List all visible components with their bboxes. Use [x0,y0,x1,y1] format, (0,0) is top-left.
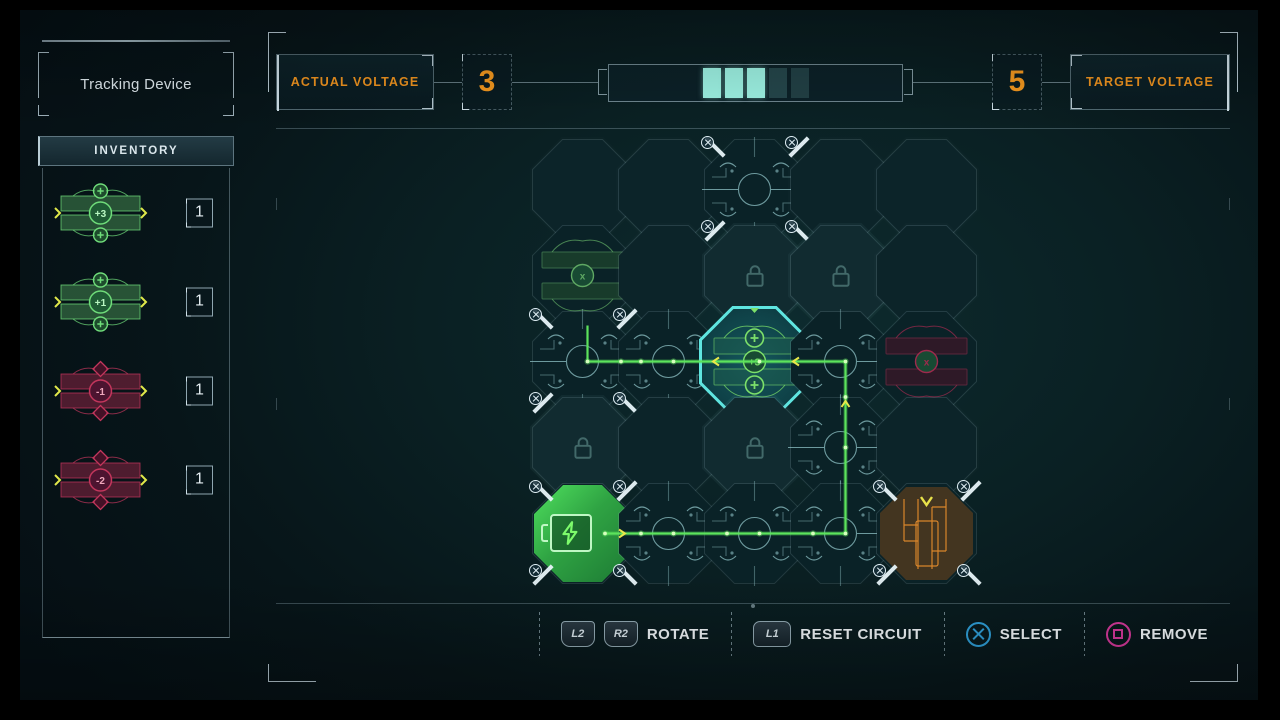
button-glyph-l2: L2 [560,621,595,647]
wire-actual [434,82,462,83]
lock-icon [745,264,764,287]
tile-corner-pin [529,308,544,323]
button-glyph-label: L2 [571,628,585,640]
tile-corner-pin [701,136,716,151]
svg-text:x: x [924,358,930,369]
bracket-tl [1071,55,1082,66]
inventory-item-quantity: 1 [186,465,213,494]
control-hints: L2 R2 ROTATE L1 RESET CIRCUIT SELECT REMOVE [276,612,1230,656]
game-screen: Tracking Device INVENTORY +3 1 +1 1 -1 1 -2 1 A… [20,10,1258,700]
voltage-segment [768,68,787,98]
voltage-segment [702,68,721,98]
inventory-item-tile-icon: +3 [53,182,148,244]
control-hint-label: RESET CIRCUIT [800,625,922,643]
button-glyph-r2: R2 [603,621,638,647]
inventory-item[interactable]: +3 1 [43,168,231,257]
inventory-item-quantity: 1 [186,198,213,227]
control-hint-select[interactable]: SELECT [943,612,1084,656]
inventory-item-tile-icon: -2 [53,449,148,511]
voltage-header: ACTUAL VOLTAGE 3 5 TARGET VOLTAGE [276,54,1230,111]
inventory-list: +3 1 +1 1 -1 1 -2 1 [43,168,231,524]
voltage-segment [724,68,743,98]
circuit-grid-area: x +3 x [276,132,1230,612]
button-glyph-l1: L1 [753,621,792,647]
wire-actual-to-bar [512,82,598,83]
control-hint-remove[interactable]: REMOVE [1083,612,1230,656]
label-edge [277,55,279,111]
bracket-tr [422,55,433,66]
lock-icon [745,436,764,459]
tile-corner-pin [529,480,544,495]
bracket-meter-left [598,69,607,95]
control-hint-reset-circuit[interactable]: L1 RESET CIRCUIT [731,612,944,656]
control-hint-label: ROTATE [646,625,710,643]
voltage-segment [746,68,765,98]
lock-icon [831,264,850,287]
target-voltage-label-box: TARGET VOLTAGE [1070,54,1230,111]
tab-inventory-label: INVENTORY [94,145,179,157]
actual-voltage-label: ACTUAL VOLTAGE [290,75,420,89]
quantity-value: 1 [195,203,204,221]
svg-text:+3: +3 [95,209,107,220]
inventory-item-quantity: 1 [186,287,213,316]
tile-corner-pin [957,564,972,579]
label-edge [1227,55,1229,111]
tile-corner-pin [957,480,972,495]
battery-terminal [541,524,548,542]
svg-text:-1: -1 [96,387,105,398]
bracket-bl [1071,98,1082,109]
grid-cell-r4-c4[interactable] [873,480,982,586]
inventory-item[interactable]: +1 1 [43,257,231,346]
tab-inventory[interactable]: INVENTORY [38,136,234,166]
actual-voltage-label-box: ACTUAL VOLTAGE [276,54,434,111]
button-glyph-label: L1 [765,628,779,640]
lock-icon [573,436,592,459]
quantity-value: 1 [195,381,204,399]
target-voltage-value-box: 5 [992,54,1042,110]
voltage-meter [608,64,903,102]
quantity-value: 1 [195,470,204,488]
cross-button-icon [965,621,991,647]
panel-bracket-br [1190,664,1238,682]
bracket-meter-right [904,69,913,95]
header-divider [276,128,1230,129]
svg-text:+3: +3 [749,358,761,369]
sidebar: Tracking Device INVENTORY +3 1 +1 1 -1 1 -2 1 [38,40,234,640]
target-voltage-label: TARGET VOLTAGE [1086,75,1214,89]
wire-target [1042,82,1070,83]
inventory-item-quantity: 1 [186,376,213,405]
inventory-item-tile-icon: +1 [53,271,148,333]
inventory-item[interactable]: -1 1 [43,346,231,435]
svg-text:+1: +1 [95,298,107,309]
bracket-br [422,98,433,109]
tile-corner-pin [873,564,888,579]
tile-corner-pin [529,564,544,579]
quantity-value: 1 [195,292,204,310]
panel-bracket-bl [268,664,316,682]
battery-icon [550,514,592,552]
inventory-item[interactable]: -2 1 [43,435,231,524]
control-hint-rotate[interactable]: L2 R2 ROTATE [538,612,731,656]
svg-text:-2: -2 [96,476,105,487]
control-hint-label: REMOVE [1139,625,1208,643]
voltage-segment [790,68,809,98]
button-glyph-label: R2 [613,628,628,640]
actual-voltage-value-box: 3 [462,54,512,110]
control-hint-label: SELECT [999,625,1062,643]
inventory-panel: +3 1 +1 1 -1 1 -2 1 [42,168,230,638]
square-button-icon [1105,621,1131,647]
tile-corner-pin [873,480,888,495]
inventory-item-tile-icon: -1 [53,360,148,422]
sidebar-top-rule [42,40,230,42]
wire-bar-to-target [913,82,992,83]
actual-voltage-value: 3 [478,65,496,98]
device-title-panel: Tracking Device [38,52,234,116]
circuit-panel: ACTUAL VOLTAGE 3 5 TARGET VOLTAGE x +3 x… [268,32,1238,682]
page-title: Tracking Device [80,75,192,93]
svg-text:x: x [580,272,586,283]
target-voltage-value: 5 [1008,65,1026,98]
